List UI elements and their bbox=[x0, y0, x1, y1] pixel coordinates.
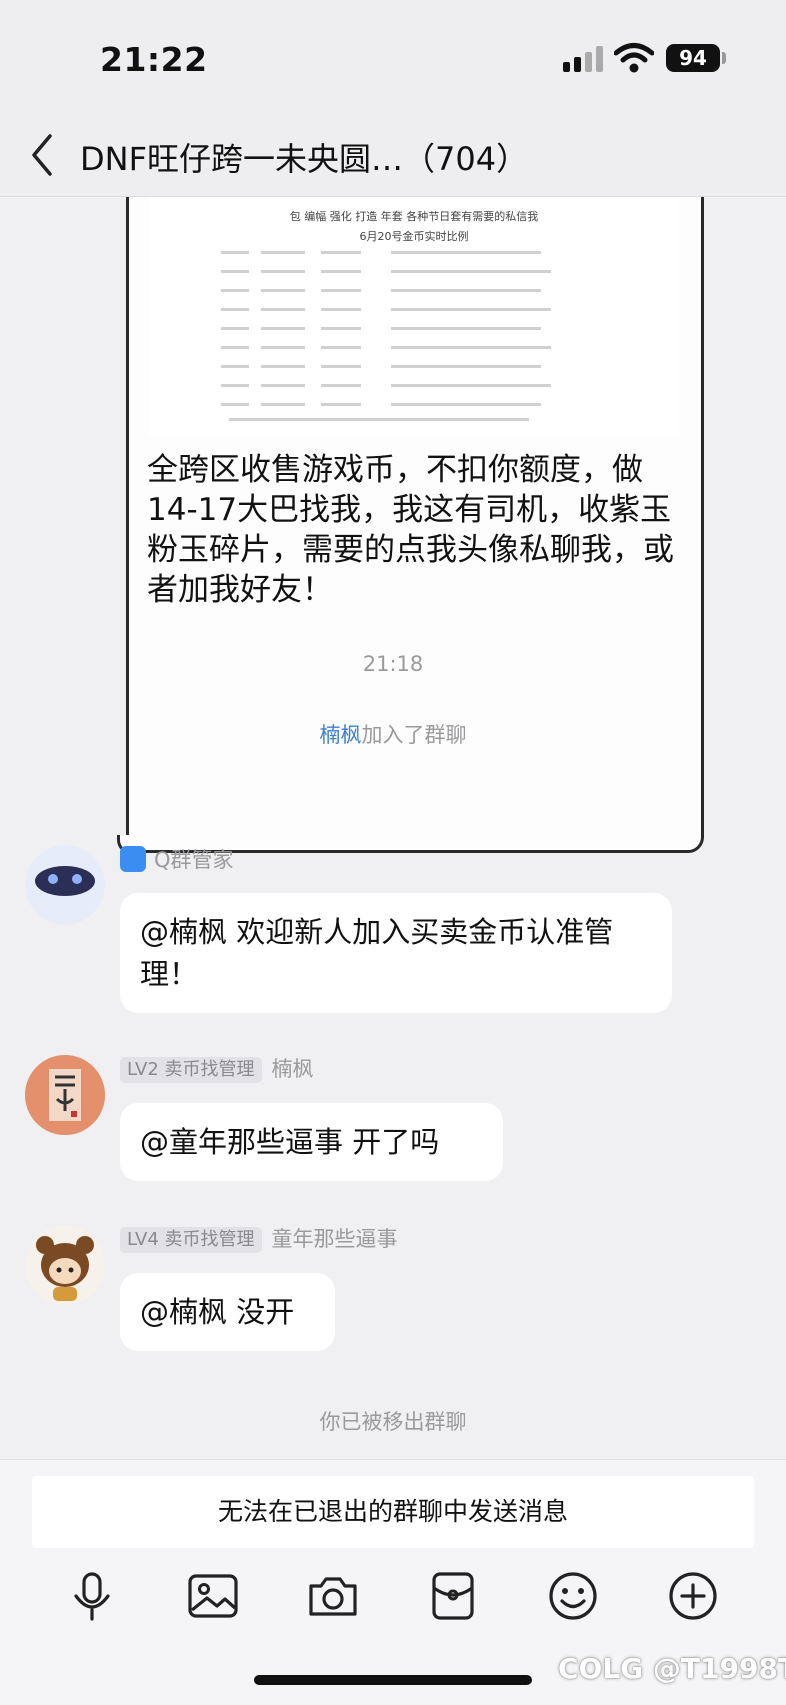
image-icon[interactable] bbox=[185, 1568, 241, 1624]
poster-rate-row bbox=[221, 246, 621, 259]
plus-icon[interactable] bbox=[665, 1568, 721, 1624]
member-level-badge: LV2 卖币找管理 bbox=[120, 1057, 262, 1083]
join-notice-text: 加入了群聊 bbox=[361, 723, 467, 747]
message-bubble[interactable]: @楠枫 没开 bbox=[120, 1273, 335, 1351]
emoji-icon[interactable] bbox=[545, 1568, 601, 1624]
group-title[interactable]: DNF旺仔跨一未央圆…（704） bbox=[80, 134, 720, 180]
removed-notice: 你已被移出群聊 bbox=[319, 1410, 467, 1434]
image-caption-text: 全跨区收售游戏币，不扣你额度，做14-17大巴找我，我这有司机，收紫玉粉玉碎片，… bbox=[147, 452, 674, 608]
microphone-icon[interactable] bbox=[64, 1568, 120, 1624]
poster-rate-row bbox=[221, 341, 621, 354]
battery-cap bbox=[722, 52, 726, 64]
poster-rate-row bbox=[221, 398, 621, 411]
join-notice-name[interactable]: 楠枫 bbox=[320, 723, 362, 747]
message-sender: LV2 卖币找管理 楠枫 bbox=[120, 1055, 314, 1083]
poster-rate-row bbox=[221, 360, 621, 373]
watermark: COLG @T1998T bbox=[558, 1652, 786, 1685]
member-level-badge: LV4 卖币找管理 bbox=[120, 1227, 262, 1253]
message-sender: LV4 卖币找管理 童年那些逼事 bbox=[120, 1225, 398, 1253]
sender-name: 童年那些逼事 bbox=[271, 1227, 398, 1251]
poster-rate-row bbox=[221, 322, 621, 335]
robot-avatar-icon[interactable] bbox=[25, 845, 105, 925]
home-indicator bbox=[254, 1675, 532, 1685]
poster-rate-row bbox=[221, 303, 621, 316]
poster-rate-row bbox=[221, 284, 621, 297]
poster-heading: 6月20号金币实时比例 bbox=[359, 230, 469, 243]
calligraphy-avatar-icon[interactable] bbox=[25, 1055, 105, 1135]
battery-level: 94 bbox=[666, 44, 720, 72]
status-time: 21:22 bbox=[100, 40, 208, 79]
back-chevron-icon[interactable] bbox=[28, 132, 56, 178]
timestamp: 21:18 bbox=[362, 652, 424, 676]
message-bubble[interactable]: @楠枫 欢迎新人加入买卖金币认准管理！ bbox=[120, 893, 672, 1013]
status-bar: 21:22 94 bbox=[0, 0, 786, 118]
poster-rate-row bbox=[221, 379, 621, 392]
sender-name: Q群管家 bbox=[154, 848, 234, 872]
input-bar: 无法在已退出的群聊中发送消息 COLG @T1998T bbox=[0, 1459, 786, 1705]
price-poster-image: 包 编幅 强化 打造 年套 各种节日套有需要的私信我 6月20号金币实时比例 bbox=[149, 197, 679, 436]
poster-rate-row bbox=[221, 265, 621, 278]
red-packet-icon[interactable] bbox=[425, 1568, 481, 1624]
camera-icon[interactable] bbox=[305, 1568, 361, 1624]
cellular-signal-icon bbox=[563, 46, 603, 72]
disabled-input-notice: 无法在已退出的群聊中发送消息 bbox=[32, 1476, 754, 1548]
bot-badge-icon bbox=[120, 846, 146, 872]
poster-subtitle: 包 编幅 强化 打造 年套 各种节日套有需要的私信我 bbox=[289, 210, 539, 223]
bear-hood-avatar-icon[interactable] bbox=[25, 1225, 105, 1305]
message-sender: Q群管家 bbox=[120, 846, 234, 874]
message-bubble[interactable]: @童年那些逼事 开了吗 bbox=[120, 1103, 503, 1181]
chat-scroll-area[interactable]: 包 编幅 强化 打造 年套 各种节日套有需要的私信我 6月20号金币实时比例 全… bbox=[0, 197, 786, 1459]
poster-footer-line bbox=[229, 418, 529, 421]
wifi-icon bbox=[614, 43, 654, 73]
forwarded-image-message[interactable]: 包 编幅 强化 打造 年套 各种节日套有需要的私信我 6月20号金币实时比例 全… bbox=[117, 197, 704, 854]
sender-name: 楠枫 bbox=[271, 1057, 314, 1081]
chat-header: DNF旺仔跨一未央圆…（704） bbox=[0, 118, 786, 197]
join-notice: 楠枫加入了群聊 bbox=[0, 719, 786, 749]
